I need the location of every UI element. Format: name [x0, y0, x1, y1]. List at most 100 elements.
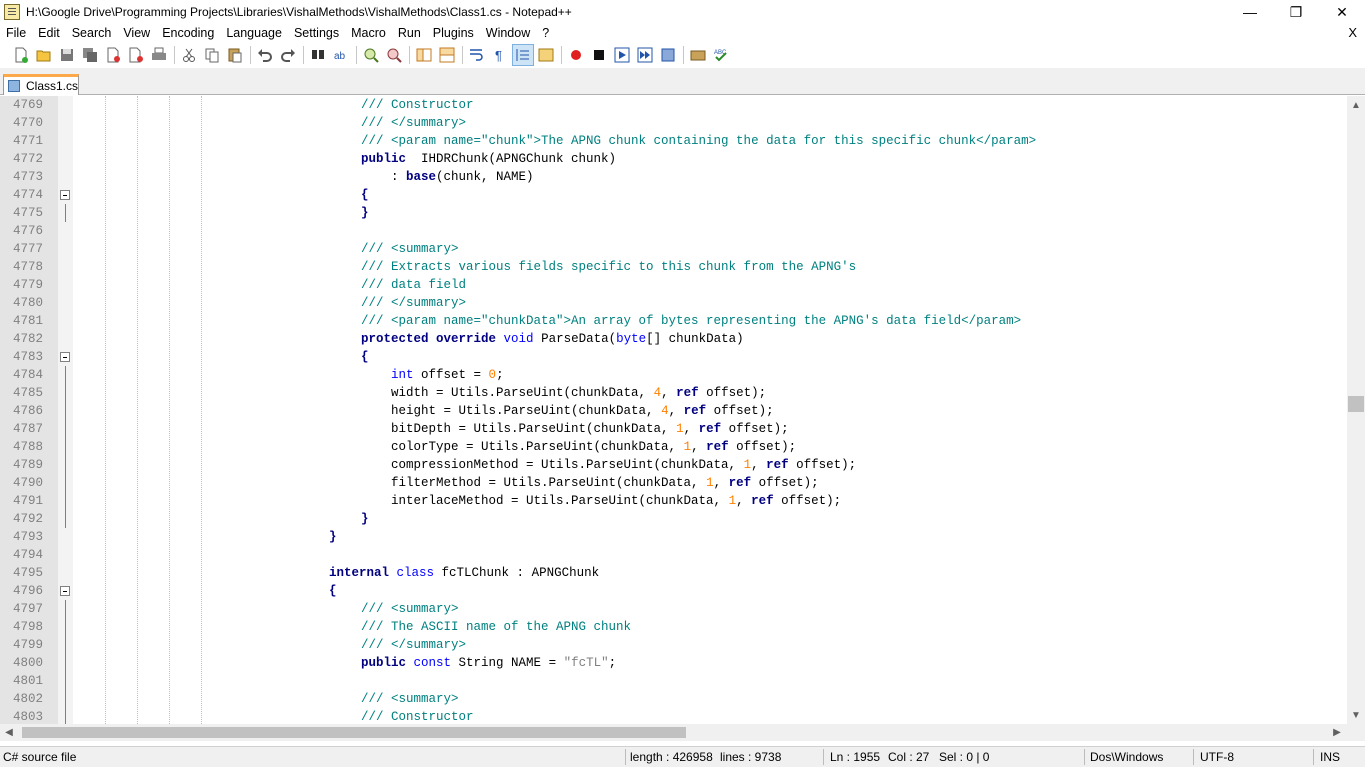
playback-macro-icon[interactable] — [611, 44, 633, 66]
code-line[interactable]: 4788 colorType = Utils.ParseUint(chunkDa… — [0, 438, 1347, 456]
fold-toggle-icon[interactable] — [60, 352, 70, 362]
code-line[interactable]: 4791 interlaceMethod = Utils.ParseUint(c… — [0, 492, 1347, 510]
fold-toggle-icon[interactable] — [60, 586, 70, 596]
save-all-icon[interactable] — [79, 44, 101, 66]
close-document-button[interactable]: X — [1348, 24, 1357, 42]
code-line[interactable]: 4773 : base(chunk, NAME) — [0, 168, 1347, 186]
code-line[interactable]: 4782 protected override void ParseData(by… — [0, 330, 1347, 348]
save-macro-icon[interactable] — [657, 44, 679, 66]
code-line[interactable]: 4775} — [0, 204, 1347, 222]
code-token: /// </summary> — [361, 296, 467, 310]
find-icon[interactable] — [307, 44, 329, 66]
code-token: /// data field — [361, 278, 467, 292]
scroll-down-icon[interactable]: ▼ — [1347, 710, 1365, 721]
code-line[interactable]: 4797 /// <summary> — [0, 600, 1347, 618]
line-number: 4792 — [12, 512, 43, 526]
menu-window[interactable]: Window — [480, 24, 536, 42]
scroll-right-icon[interactable]: ▶ — [1328, 727, 1346, 738]
paste-icon[interactable] — [224, 44, 246, 66]
fold-line — [65, 690, 66, 708]
print-icon[interactable] — [148, 44, 170, 66]
code-token: offset); — [706, 404, 774, 418]
scroll-up-icon[interactable]: ▲ — [1347, 100, 1365, 111]
launch-browser-icon[interactable] — [687, 44, 709, 66]
code-token: /// <summary> — [361, 692, 459, 706]
spell-check-icon[interactable]: ABC — [710, 44, 732, 66]
code-line[interactable]: 4785 width = Utils.ParseUint(chunkData, … — [0, 384, 1347, 402]
close-all-icon[interactable] — [125, 44, 147, 66]
code-line[interactable]: 4800 public const String NAME = "fcTL"; — [0, 654, 1347, 672]
sync-horizontal-icon[interactable] — [436, 44, 458, 66]
code-line[interactable]: 4793} — [0, 528, 1347, 546]
stop-recording-icon[interactable] — [588, 44, 610, 66]
code-line[interactable]: 4777 /// <summary> — [0, 240, 1347, 258]
code-line[interactable]: 4799 /// </summary> — [0, 636, 1347, 654]
tab-class1-cs[interactable]: Class1.cs — [3, 74, 79, 95]
menu-help[interactable]: ? — [536, 24, 555, 42]
code-line[interactable]: 4801 — [0, 672, 1347, 690]
user-defined-language-icon[interactable] — [535, 44, 557, 66]
minimize-button[interactable]: — — [1227, 0, 1273, 24]
code-line[interactable]: 4779 /// data field — [0, 276, 1347, 294]
code-line[interactable]: 4780 /// </summary> — [0, 294, 1347, 312]
code-line[interactable]: 4790 filterMethod = Utils.ParseUint(chun… — [0, 474, 1347, 492]
fold-toggle-icon[interactable] — [60, 190, 70, 200]
word-wrap-icon[interactable] — [466, 44, 488, 66]
menu-file[interactable]: File — [0, 24, 32, 42]
cut-icon[interactable] — [178, 44, 200, 66]
code-line[interactable]: 4770 /// </summary> — [0, 114, 1347, 132]
menu-encoding[interactable]: Encoding — [156, 24, 220, 42]
code-line[interactable]: 4803 /// Constructor — [0, 708, 1347, 724]
zoom-out-icon[interactable] — [383, 44, 405, 66]
close-button[interactable]: ✕ — [1319, 0, 1365, 24]
code-line[interactable]: 4795 internal class fcTLChunk : APNGChunk — [0, 564, 1347, 582]
save-icon[interactable] — [56, 44, 78, 66]
code-line[interactable]: 4789 compressionMethod = Utils.ParseUint… — [0, 456, 1347, 474]
replace-icon[interactable]: ab — [330, 44, 352, 66]
indent-guide-icon[interactable] — [512, 44, 534, 66]
code-line[interactable]: 4774 { — [0, 186, 1347, 204]
redo-icon[interactable] — [277, 44, 299, 66]
code-line[interactable]: 4794 — [0, 546, 1347, 564]
code-line[interactable]: 4784 int offset = 0; — [0, 366, 1347, 384]
code-line[interactable]: 4776 — [0, 222, 1347, 240]
menu-plugins[interactable]: Plugins — [427, 24, 480, 42]
notepad-app-icon[interactable] — [4, 4, 20, 20]
show-all-characters-icon[interactable]: ¶ — [489, 44, 511, 66]
line-number: 4794 — [12, 548, 43, 562]
record-macro-icon[interactable] — [565, 44, 587, 66]
horizontal-scroll-thumb[interactable] — [22, 727, 686, 738]
menu-macro[interactable]: Macro — [345, 24, 392, 42]
menu-language[interactable]: Language — [220, 24, 288, 42]
run-macro-multiple-icon[interactable] — [634, 44, 656, 66]
code-token: ref — [698, 422, 722, 436]
sync-vertical-icon[interactable] — [413, 44, 435, 66]
menu-settings[interactable]: Settings — [288, 24, 345, 42]
code-line[interactable]: 4769 /// Constructor — [0, 96, 1347, 114]
open-file-icon[interactable] — [33, 44, 55, 66]
code-line[interactable]: 4781 /// <param name="chunkData">An array… — [0, 312, 1347, 330]
undo-icon[interactable] — [254, 44, 276, 66]
menu-run[interactable]: Run — [392, 24, 427, 42]
code-line[interactable]: 4798 /// The ASCII name of the APNG chunk — [0, 618, 1347, 636]
zoom-in-icon[interactable] — [360, 44, 382, 66]
vertical-scroll-thumb[interactable] — [1348, 396, 1364, 412]
maximize-button[interactable]: ❐ — [1273, 0, 1319, 24]
scroll-left-icon[interactable]: ◀ — [0, 727, 18, 738]
close-file-icon[interactable] — [102, 44, 124, 66]
code-editor[interactable]: 4769/// Constructor 4770/// </summary> 477… — [0, 96, 1347, 724]
copy-icon[interactable] — [201, 44, 223, 66]
code-line[interactable]: 4787 bitDepth = Utils.ParseUint(chunkDat… — [0, 420, 1347, 438]
menu-search[interactable]: Search — [66, 24, 118, 42]
code-line[interactable]: 4786 height = Utils.ParseUint(chunkData,… — [0, 402, 1347, 420]
new-file-icon[interactable] — [10, 44, 32, 66]
code-line[interactable]: 4771 /// <param name="chunk">The APNG chu… — [0, 132, 1347, 150]
menu-edit[interactable]: Edit — [32, 24, 66, 42]
code-line[interactable]: 4802 /// <summary> — [0, 690, 1347, 708]
code-line[interactable]: 4778 /// Extracts various fields specific… — [0, 258, 1347, 276]
code-line[interactable]: 4796 { — [0, 582, 1347, 600]
code-line[interactable]: 4792} — [0, 510, 1347, 528]
code-line[interactable]: 4783 { — [0, 348, 1347, 366]
code-line[interactable]: 4772 public IHDRChunk(APNGChunk chunk) — [0, 150, 1347, 168]
menu-view[interactable]: View — [117, 24, 156, 42]
